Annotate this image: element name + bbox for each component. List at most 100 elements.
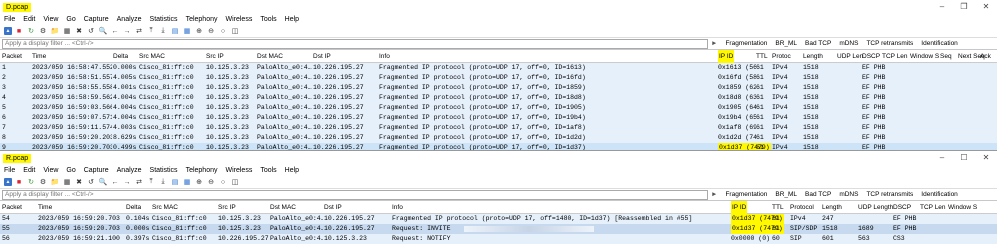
menu-analyze[interactable]: Analyze [117,167,142,174]
reload-icon[interactable]: ↺ [86,178,96,187]
first-packet-icon[interactable]: ⤒ [146,178,156,187]
column-header[interactable]: Seq [940,50,952,63]
goto-icon[interactable]: ⇄ [134,178,144,187]
menu-capture[interactable]: Capture [84,167,109,174]
find-icon[interactable]: 🔍 [98,178,108,187]
back-icon[interactable]: ← [110,27,120,36]
zoom-out-icon[interactable]: ⊖ [206,178,216,187]
zoom-in-icon[interactable]: ⊕ [194,178,204,187]
menu-view[interactable]: View [43,16,58,23]
forward-icon[interactable]: → [122,27,132,36]
display-filter-input[interactable]: Apply a display filter ... <Ctrl-/> [2,189,708,200]
menu-tools[interactable]: Tools [260,167,276,174]
apply-filter-icon[interactable]: ► [711,191,717,198]
column-header[interactable]: Protoc [772,50,791,63]
zoom-in-icon[interactable]: ⊕ [194,27,204,36]
first-packet-icon[interactable]: ⤒ [146,27,156,36]
save-file-icon[interactable]: ▦ [62,178,72,187]
column-header[interactable]: Protocol [790,201,814,214]
column-header[interactable]: Src MAC [152,201,178,214]
options-icon[interactable]: ⚙ [38,27,48,36]
zoom-reset-icon[interactable]: ○ [218,27,228,36]
column-header[interactable]: Src IP [206,50,224,63]
maximize-icon[interactable]: ☐ [953,151,975,165]
table-row[interactable]: 7 2023/059 16:59:11.574 4.003s Cisco_81:ff:… [0,123,997,133]
display-filter-input[interactable]: Apply a display filter ... <Ctrl-/> [2,38,708,49]
filter-button-bad-tcp[interactable]: Bad TCP [805,191,831,198]
forward-icon[interactable]: → [122,178,132,187]
minimize-icon[interactable]: – [931,151,953,165]
menu-help[interactable]: Help [285,167,299,174]
menu-file[interactable]: File [4,16,15,23]
menu-view[interactable]: View [43,167,58,174]
table-row[interactable]: 4 2023/059 16:58:59.562 4.004s Cisco_81:ff:… [0,93,997,103]
column-header[interactable]: Length [803,50,823,63]
menu-statistics[interactable]: Statistics [150,16,178,23]
table-row[interactable]: 9 2023/059 16:59:20.703 0.499s Cisco_81:ff:… [0,143,997,150]
filter-button-bad-tcp[interactable]: Bad TCP [805,40,831,47]
shark-fin-icon[interactable]: ▲ [4,27,12,35]
column-header[interactable]: Window S [948,201,977,214]
menu-statistics[interactable]: Statistics [150,167,178,174]
column-header[interactable]: Time [38,201,52,214]
resize-columns-icon[interactable]: ◫ [230,178,240,187]
filter-button-mdns[interactable]: mDNS [839,40,858,47]
column-header[interactable]: Packet [2,201,22,214]
column-header[interactable]: UDP Length [858,201,893,214]
column-header[interactable]: DSCP [893,201,911,214]
table-row[interactable]: 3 2023/059 16:58:55.558 4.001s Cisco_81:ff:… [0,83,997,93]
column-header[interactable]: Info [379,50,390,63]
column-header[interactable]: Length [822,201,842,214]
minimize-icon[interactable]: – [931,0,953,14]
filter-button-tcp-retransmits[interactable]: TCP retransmits [866,40,913,47]
close-file-icon[interactable]: ✖ [74,27,84,36]
filter-button-br-ml[interactable]: BR_ML [775,40,797,47]
save-file-icon[interactable]: ▦ [62,27,72,36]
column-header[interactable]: Window S [910,50,939,63]
menu-edit[interactable]: Edit [23,16,35,23]
table-row[interactable]: 6 2023/059 16:59:07.571 4.004s Cisco_81:ff:… [0,113,997,123]
last-packet-icon[interactable]: ⤓ [158,27,168,36]
column-header[interactable]: Src IP [218,201,236,214]
apply-filter-icon[interactable]: ► [711,40,717,47]
filter-button-fragmentation[interactable]: Fragmentation [725,40,767,47]
shark-fin-icon[interactable]: ▲ [4,178,12,186]
column-header[interactable]: Dst IP [324,201,342,214]
restart-icon[interactable]: ↻ [26,178,36,187]
filter-button-identification[interactable]: Identification [921,191,958,198]
filter-button-br-ml[interactable]: BR_ML [775,191,797,198]
filter-button-identification[interactable]: Identification [921,40,958,47]
close-icon[interactable]: ✕ [975,151,997,165]
last-packet-icon[interactable]: ⤓ [158,178,168,187]
find-icon[interactable]: 🔍 [98,27,108,36]
resize-columns-icon[interactable]: ◫ [230,27,240,36]
menu-help[interactable]: Help [285,16,299,23]
menu-go[interactable]: Go [66,167,75,174]
table-row[interactable]: 56 2023/059 16:59:21.100 0.397s Cisco_81:ff… [0,234,997,244]
menu-telephony[interactable]: Telephony [186,167,218,174]
menu-go[interactable]: Go [66,16,75,23]
filter-button-fragmentation[interactable]: Fragmentation [725,191,767,198]
open-file-icon[interactable]: 📁 [50,178,60,187]
colorize-icon[interactable]: ▦ [182,27,192,36]
column-header[interactable]: DSCP [862,50,880,63]
colorize-icon[interactable]: ▦ [182,178,192,187]
column-header[interactable]: IP ID [731,201,748,214]
close-icon[interactable]: ✕ [975,0,997,14]
menu-edit[interactable]: Edit [23,167,35,174]
column-header[interactable]: IP ID [718,50,735,63]
table-row[interactable]: 8 2023/059 16:59:20.203 8.629s Cisco_81:ff:… [0,133,997,143]
filter-button-mdns[interactable]: mDNS [839,191,858,198]
table-row[interactable]: 5 2023/059 16:59:03.566 4.004s Cisco_81:ff:… [0,103,997,113]
column-header[interactable]: Delta [113,50,128,63]
menu-analyze[interactable]: Analyze [117,16,142,23]
close-file-icon[interactable]: ✖ [74,178,84,187]
table-row[interactable]: 1 2023/059 16:58:47.552 0.000s Cisco_81:ff:… [0,63,997,73]
menu-capture[interactable]: Capture [84,16,109,23]
stop-icon[interactable]: ■ [14,178,24,187]
zoom-reset-icon[interactable]: ○ [218,178,228,187]
column-header[interactable]: Src MAC [139,50,165,63]
column-header[interactable]: TTL [772,201,784,214]
open-file-icon[interactable]: 📁 [50,27,60,36]
zoom-out-icon[interactable]: ⊖ [206,27,216,36]
